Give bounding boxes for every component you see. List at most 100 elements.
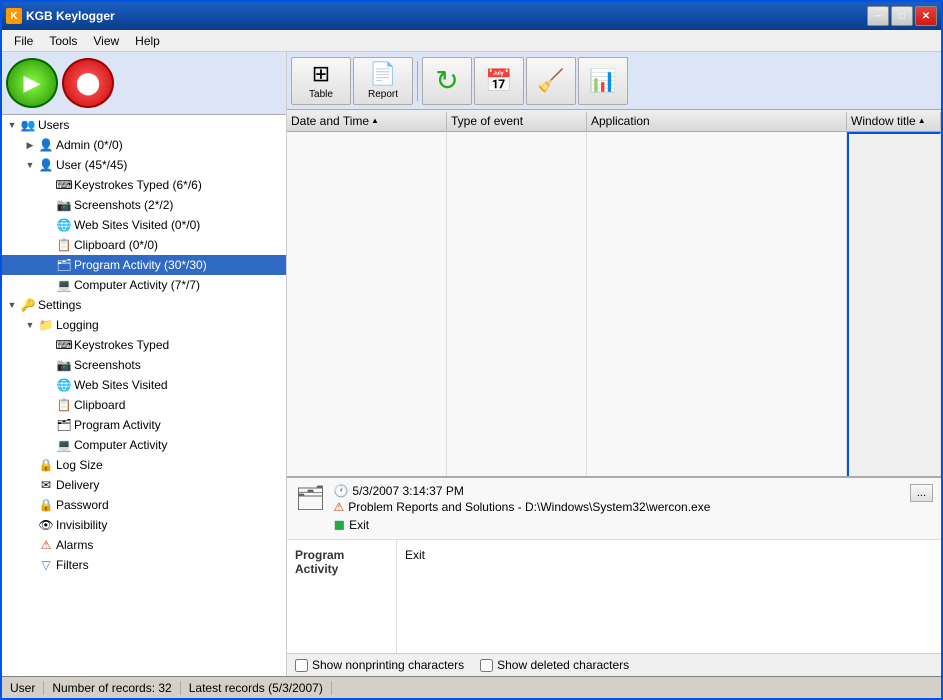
clean-button[interactable]: 🧹 bbox=[526, 57, 576, 105]
tree-label-log-websites: Web Sites Visited bbox=[74, 378, 168, 392]
close-button[interactable]: ✕ bbox=[915, 6, 937, 26]
tree-item-filters[interactable]: ▽ Filters bbox=[2, 555, 286, 575]
detail-more-button[interactable]: ... bbox=[910, 484, 933, 502]
tree-item-program[interactable]: 🗂 Program Activity (30*/30) bbox=[2, 255, 286, 275]
play-button[interactable]: ▶ bbox=[6, 58, 58, 108]
right-panel: ⊞ Table 📄 Report ↻ 📅 🧹 📊 bbox=[287, 52, 941, 676]
clean-icon: 🧹 bbox=[537, 68, 564, 94]
deleted-label: Show deleted characters bbox=[497, 658, 629, 672]
toolbar-sep1 bbox=[417, 61, 418, 101]
tree-item-screenshots[interactable]: 📷 Screenshots (2*/2) bbox=[2, 195, 286, 215]
detail-folder-icon: 🗂 bbox=[295, 484, 325, 513]
expand-user45[interactable]: ▼ bbox=[22, 157, 38, 173]
expand-logging[interactable]: ▼ bbox=[22, 317, 38, 333]
tree-item-password[interactable]: 🔒 Password bbox=[2, 495, 286, 515]
invisibility-icon: 👁 bbox=[38, 517, 54, 533]
clipboard-icon: 📋 bbox=[56, 237, 72, 253]
status-latest: Latest records (5/3/2007) bbox=[181, 681, 332, 695]
tree-item-computer[interactable]: 💻 Computer Activity (7*/7) bbox=[2, 275, 286, 295]
program-icon: 🗂 bbox=[56, 257, 72, 273]
computer-icon: 💻 bbox=[56, 277, 72, 293]
tree-item-users[interactable]: ▼ 👥 Users bbox=[2, 115, 286, 135]
deleted-checkbox[interactable] bbox=[480, 659, 493, 672]
tree-item-user45[interactable]: ▼ 👤 User (45*/45) bbox=[2, 155, 286, 175]
tree-label-log-keystrokes: Keystrokes Typed bbox=[74, 338, 169, 352]
detail-app-icon: ⚠ bbox=[333, 500, 344, 514]
calendar-button[interactable]: 📅 bbox=[474, 57, 524, 105]
expand-admin[interactable]: ▶ bbox=[22, 137, 38, 153]
menu-file[interactable]: File bbox=[6, 32, 41, 50]
settings-icon: 🔑 bbox=[20, 297, 36, 313]
tree-item-websites[interactable]: 🌐 Web Sites Visited (0*/0) bbox=[2, 215, 286, 235]
tree-label-delivery: Delivery bbox=[56, 478, 99, 492]
tree-item-logsize[interactable]: 🔒 Log Size bbox=[2, 455, 286, 475]
table-button[interactable]: ⊞ Table bbox=[291, 57, 351, 105]
password-icon: 🔒 bbox=[38, 497, 54, 513]
left-toolbar: ▶ ⬤ bbox=[2, 52, 286, 115]
tree-label-settings: Settings bbox=[38, 298, 81, 312]
tree-item-logging[interactable]: ▼ 📁 Logging bbox=[2, 315, 286, 335]
tree-label-log-screenshots: Screenshots bbox=[74, 358, 141, 372]
tree-label-filters: Filters bbox=[56, 558, 89, 572]
expand-users[interactable]: ▼ bbox=[4, 117, 20, 133]
th-window[interactable]: Window title ▲ bbox=[847, 112, 941, 130]
refresh-button[interactable]: ↻ bbox=[422, 57, 472, 105]
tree-label-alarms: Alarms bbox=[56, 538, 93, 552]
nonprinting-checkbox[interactable] bbox=[295, 659, 308, 672]
th-application[interactable]: Application bbox=[587, 112, 847, 130]
filters-icon: ▽ bbox=[38, 557, 54, 573]
tree-item-alarms[interactable]: ⚠ Alarms bbox=[2, 535, 286, 555]
tree-item-keystrokes[interactable]: ⌨ Keystrokes Typed (6*/6) bbox=[2, 175, 286, 195]
detail-panel: 🗂 🕐 5/3/2007 3:14:37 PM ⚠ Problem Report… bbox=[287, 476, 941, 676]
menu-help[interactable]: Help bbox=[127, 32, 168, 50]
main-window: K KGB Keylogger ─ □ ✕ File Tools View He… bbox=[0, 0, 943, 700]
expand-log-key bbox=[40, 337, 56, 353]
tree-item-delivery[interactable]: ✉ Delivery bbox=[2, 475, 286, 495]
detail-app-path: Problem Reports and Solutions - D:\Windo… bbox=[348, 500, 710, 514]
tree-item-log-screenshots[interactable]: 📷 Screenshots bbox=[2, 355, 286, 375]
tree-label-invisibility: Invisibility bbox=[56, 518, 107, 532]
tree-item-settings[interactable]: ▼ 🔑 Settings bbox=[2, 295, 286, 315]
alarms-icon: ⚠ bbox=[38, 537, 54, 553]
report-icon: 📄 bbox=[369, 61, 396, 87]
delivery-icon: ✉ bbox=[38, 477, 54, 493]
tree-item-clipboard[interactable]: 📋 Clipboard (0*/0) bbox=[2, 235, 286, 255]
nonprinting-label: Show nonprinting characters bbox=[312, 658, 464, 672]
tree-item-log-program[interactable]: 🗂 Program Activity bbox=[2, 415, 286, 435]
bottom-toolbar: Show nonprinting characters Show deleted… bbox=[287, 653, 941, 676]
log-web-icon: 🌐 bbox=[56, 377, 72, 393]
tree-label-log-clipboard: Clipboard bbox=[74, 398, 125, 412]
th-type[interactable]: Type of event bbox=[447, 112, 587, 130]
menu-view[interactable]: View bbox=[85, 32, 127, 50]
expand-clipboard bbox=[40, 237, 56, 253]
detail-body: Program Activity Exit bbox=[287, 540, 941, 653]
detail-event-label: Exit bbox=[349, 518, 369, 532]
tree-label-log-computer: Computer Activity bbox=[74, 438, 167, 452]
detail-label: Program Activity bbox=[287, 540, 397, 653]
keystrokes-icon: ⌨ bbox=[56, 177, 72, 193]
tree-view: ▼ 👥 Users ▶ 👤 Admin (0*/0) ▼ 👤 User (45*… bbox=[2, 115, 286, 676]
chart-button[interactable]: 📊 bbox=[578, 57, 628, 105]
tree-label-user45: User (45*/45) bbox=[56, 158, 127, 172]
tree-item-log-websites[interactable]: 🌐 Web Sites Visited bbox=[2, 375, 286, 395]
tree-item-log-keystrokes[interactable]: ⌨ Keystrokes Typed bbox=[2, 335, 286, 355]
tree-item-log-clipboard[interactable]: 📋 Clipboard bbox=[2, 395, 286, 415]
clock-icon: 🕐 bbox=[333, 484, 348, 498]
tree-item-log-computer[interactable]: 💻 Computer Activity bbox=[2, 435, 286, 455]
expand-settings[interactable]: ▼ bbox=[4, 297, 20, 313]
tree-label-screenshots: Screenshots (2*/2) bbox=[74, 198, 173, 212]
log-prog-icon: 🗂 bbox=[56, 417, 72, 433]
report-button[interactable]: 📄 Report bbox=[353, 57, 413, 105]
th-date[interactable]: Date and Time ▲ bbox=[287, 112, 447, 130]
th-app-label: Application bbox=[591, 114, 650, 128]
menu-tools[interactable]: Tools bbox=[41, 32, 85, 50]
tree-item-admin[interactable]: ▶ 👤 Admin (0*/0) bbox=[2, 135, 286, 155]
expand-computer bbox=[40, 277, 56, 293]
table-label: Table bbox=[309, 89, 333, 100]
tree-item-invisibility[interactable]: 👁 Invisibility bbox=[2, 515, 286, 535]
window-title: KGB Keylogger bbox=[26, 9, 867, 23]
stop-button[interactable]: ⬤ bbox=[62, 58, 114, 108]
detail-top: 🗂 🕐 5/3/2007 3:14:37 PM ⚠ Problem Report… bbox=[287, 478, 941, 540]
maximize-button[interactable]: □ bbox=[891, 6, 913, 26]
minimize-button[interactable]: ─ bbox=[867, 6, 889, 26]
